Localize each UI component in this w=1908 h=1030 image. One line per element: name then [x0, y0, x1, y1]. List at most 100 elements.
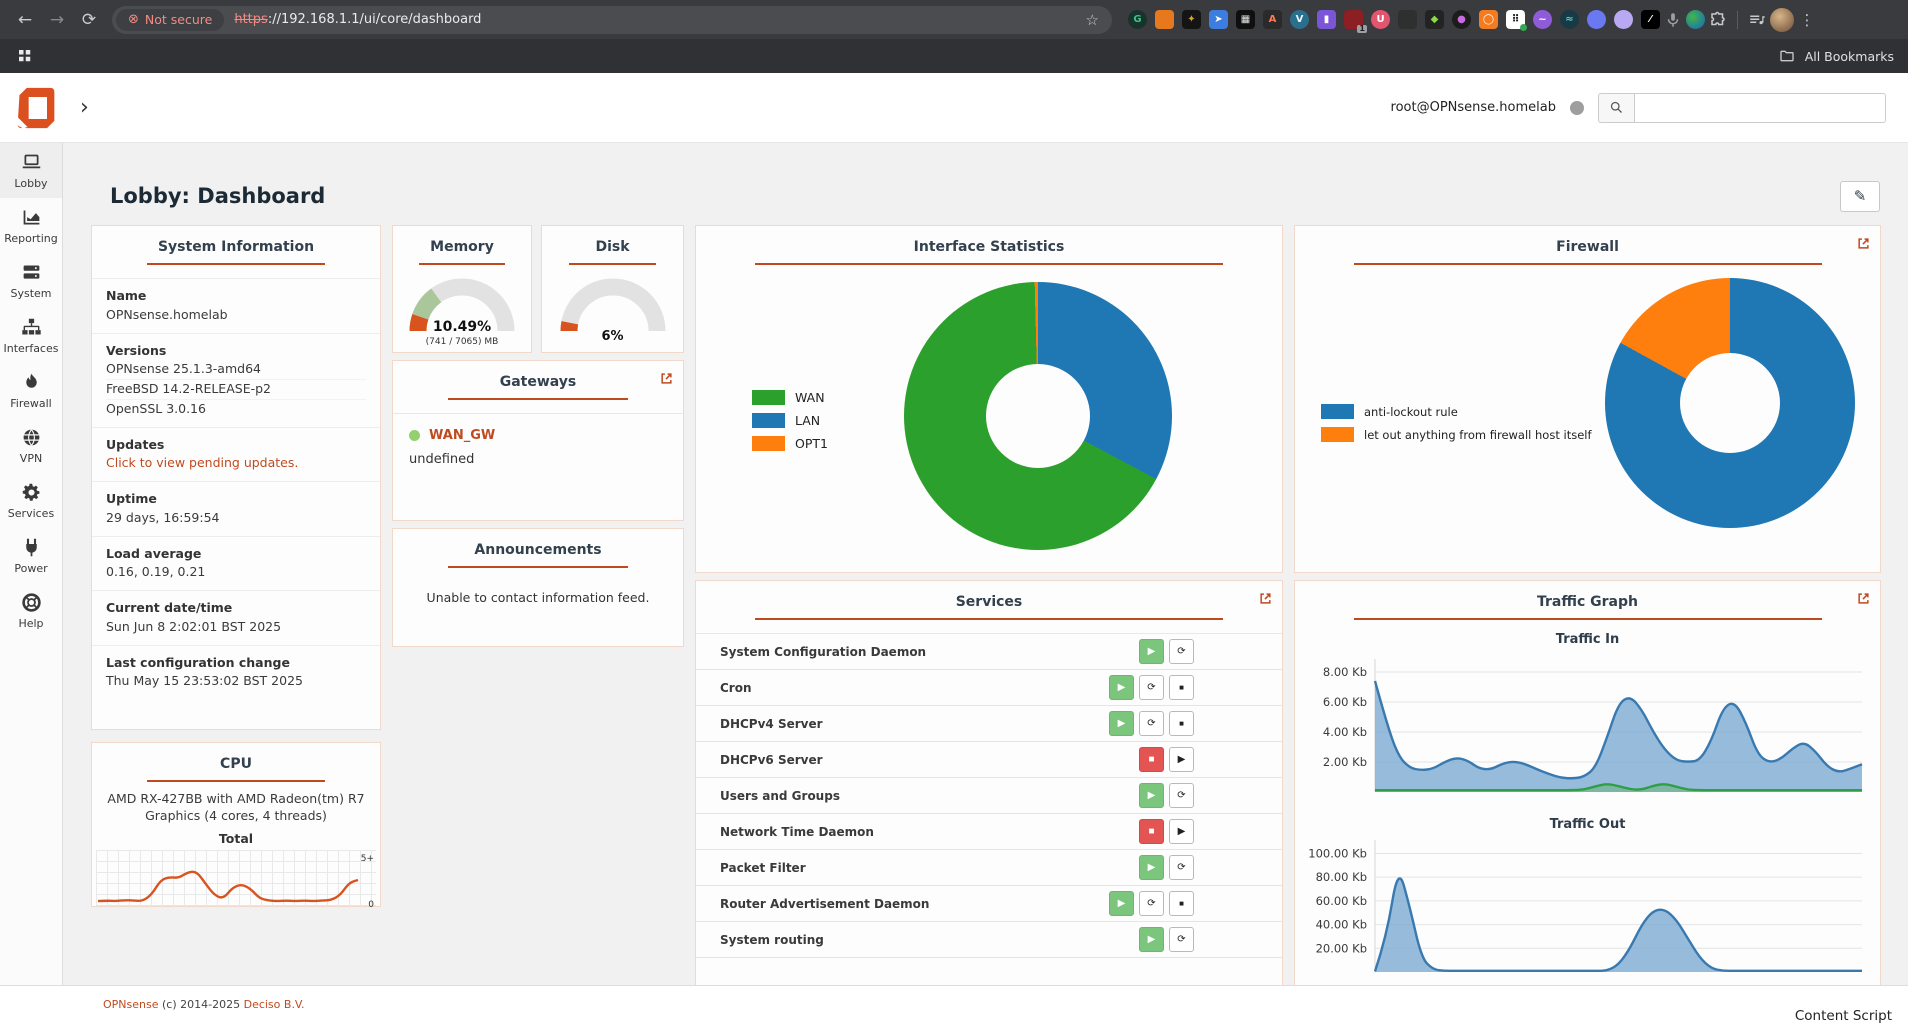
system-info-label: Load average	[106, 545, 366, 564]
service-stopped-button[interactable]: ■	[1139, 819, 1164, 844]
sidebar-item-reporting[interactable]: Reporting	[0, 198, 62, 253]
system-info-row: NameOPNsense.homelab	[92, 278, 380, 333]
service-restart-button[interactable]: ⟳	[1169, 639, 1194, 664]
external-link-icon[interactable]	[1857, 590, 1871, 604]
idm-extension-icon[interactable]	[1686, 10, 1705, 29]
extension-icon[interactable]: ~	[1533, 10, 1552, 29]
sidebar-item-interfaces[interactable]: Interfaces	[0, 308, 62, 363]
service-running-button[interactable]: ▶	[1139, 855, 1164, 880]
sidebar-item-power[interactable]: Power	[0, 528, 62, 583]
system-info-value: Sun Jun 8 2:02:01 BST 2025	[106, 618, 366, 637]
mic-icon[interactable]	[1662, 9, 1684, 31]
extension-icon[interactable]	[1155, 10, 1174, 29]
service-restart-button[interactable]: ⟳	[1169, 783, 1194, 808]
gateway-name[interactable]: WAN_GW	[409, 428, 667, 443]
external-link-icon[interactable]	[660, 370, 674, 384]
service-stop-button[interactable]: ■	[1169, 891, 1194, 916]
extension-icon[interactable]: ⠿	[1506, 10, 1525, 29]
svg-text:40.00 Kb: 40.00 Kb	[1316, 918, 1367, 932]
extension-icon[interactable]: G	[1128, 10, 1147, 29]
extension-icon[interactable]: ◆	[1425, 10, 1444, 29]
extension-icon[interactable]	[1587, 10, 1606, 29]
sidebar-item-lobby[interactable]: Lobby	[0, 143, 62, 198]
profile-avatar[interactable]	[1770, 8, 1794, 32]
service-running-button[interactable]: ▶	[1109, 675, 1134, 700]
extension-icon[interactable]: 1	[1344, 10, 1363, 29]
service-stopped-button[interactable]: ■	[1139, 747, 1164, 772]
not-secure-badge[interactable]: ⊗ Not secure	[116, 9, 224, 31]
sidebar-item-help[interactable]: Help	[0, 583, 62, 638]
apps-grid-icon[interactable]	[14, 45, 36, 67]
svg-text:20.00 Kb: 20.00 Kb	[1316, 941, 1367, 955]
deciso-link[interactable]: Deciso B.V.	[244, 998, 305, 1011]
extension-icon[interactable]: ◯	[1479, 10, 1498, 29]
extension-icon[interactable]: U	[1371, 10, 1390, 29]
extension-icon[interactable]: V	[1290, 10, 1309, 29]
service-running-button[interactable]: ▶	[1109, 891, 1134, 916]
firewall-legend: anti-lockout rule let out anything from f…	[1321, 404, 1592, 442]
service-restart-button[interactable]: ⟳	[1139, 711, 1164, 736]
service-restart-button[interactable]: ⟳	[1139, 675, 1164, 700]
legend-label: OPT1	[795, 436, 828, 451]
opnsense-link[interactable]: OPNsense	[103, 998, 159, 1011]
sidebar-item-services[interactable]: Services	[0, 473, 62, 528]
service-restart-button[interactable]: ⟳	[1169, 927, 1194, 952]
status-dot[interactable]	[1570, 101, 1584, 115]
external-link-icon[interactable]	[1857, 235, 1871, 249]
forward-button[interactable]: →	[42, 10, 72, 30]
opnsense-logo[interactable]	[14, 86, 58, 130]
service-running-button[interactable]: ▶	[1139, 639, 1164, 664]
legend-label: let out anything from firewall host itse…	[1364, 428, 1592, 442]
bookmark-star-icon[interactable]: ☆	[1086, 11, 1107, 29]
service-actions: ■▶	[1139, 747, 1194, 772]
system-info-label: Updates	[106, 436, 366, 455]
extension-icon[interactable]	[1398, 10, 1417, 29]
extension-icon[interactable]: ➤	[1209, 10, 1228, 29]
sidebar-item-vpn[interactable]: VPN	[0, 418, 62, 473]
service-start-button[interactable]: ▶	[1169, 819, 1194, 844]
service-stop-button[interactable]: ■	[1169, 675, 1194, 700]
extension-icon[interactable]: ✦	[1182, 10, 1201, 29]
service-restart-button[interactable]: ⟳	[1139, 891, 1164, 916]
service-running-button[interactable]: ▶	[1139, 927, 1164, 952]
legend-swatch	[752, 390, 785, 405]
sidebar-expand-chevron-icon[interactable]: ›	[80, 95, 89, 120]
traffic-in-chart: 8.00 Kb6.00 Kb4.00 Kb2.00 Kb	[1295, 649, 1880, 805]
extensions-puzzle-icon[interactable]	[1707, 9, 1729, 31]
extension-icon[interactable]: ▦	[1236, 10, 1255, 29]
title-underline	[419, 263, 505, 265]
service-row: Packet Filter ▶⟳	[696, 850, 1282, 886]
browser-menu-button[interactable]: ⋮	[1796, 11, 1818, 29]
service-running-button[interactable]: ▶	[1139, 783, 1164, 808]
extension-icon[interactable]	[1614, 10, 1633, 29]
service-name: Users and Groups	[720, 789, 840, 803]
system-info-row: Last configuration changeThu May 15 23:5…	[92, 645, 380, 700]
reload-button[interactable]: ⟳	[74, 10, 104, 30]
sidebar-item-firewall[interactable]: Firewall	[0, 363, 62, 418]
all-bookmarks-button[interactable]: All Bookmarks	[1776, 45, 1894, 67]
search-input[interactable]	[1634, 93, 1886, 123]
back-button[interactable]: ←	[10, 10, 40, 30]
service-restart-button[interactable]: ⟳	[1169, 855, 1194, 880]
server-icon	[21, 262, 42, 283]
legend-label: anti-lockout rule	[1364, 405, 1458, 419]
gateway-list: WAN_GWundefined	[393, 414, 683, 467]
extension-icon[interactable]: ⁄	[1641, 10, 1660, 29]
extension-icon[interactable]: A	[1263, 10, 1282, 29]
extension-icon[interactable]: ≈	[1560, 10, 1579, 29]
playlist-icon[interactable]	[1746, 9, 1768, 31]
extension-icon[interactable]: ▮	[1317, 10, 1336, 29]
extension-icon[interactable]: ●	[1452, 10, 1471, 29]
service-stop-button[interactable]: ■	[1169, 711, 1194, 736]
sidebar-item-system[interactable]: System	[0, 253, 62, 308]
service-running-button[interactable]: ▶	[1109, 711, 1134, 736]
disk-title: Disk	[542, 226, 683, 255]
external-link-icon[interactable]	[1259, 590, 1273, 604]
edit-dashboard-button[interactable]: ✎	[1840, 181, 1880, 212]
service-name: Packet Filter	[720, 861, 806, 875]
search-icon[interactable]	[1598, 93, 1634, 123]
service-start-button[interactable]: ▶	[1169, 747, 1194, 772]
address-bar[interactable]: ⊗ Not secure https://192.168.1.1/ui/core…	[112, 6, 1112, 34]
system-info-value[interactable]: Click to view pending updates.	[106, 454, 366, 473]
legend-swatch	[752, 436, 785, 451]
